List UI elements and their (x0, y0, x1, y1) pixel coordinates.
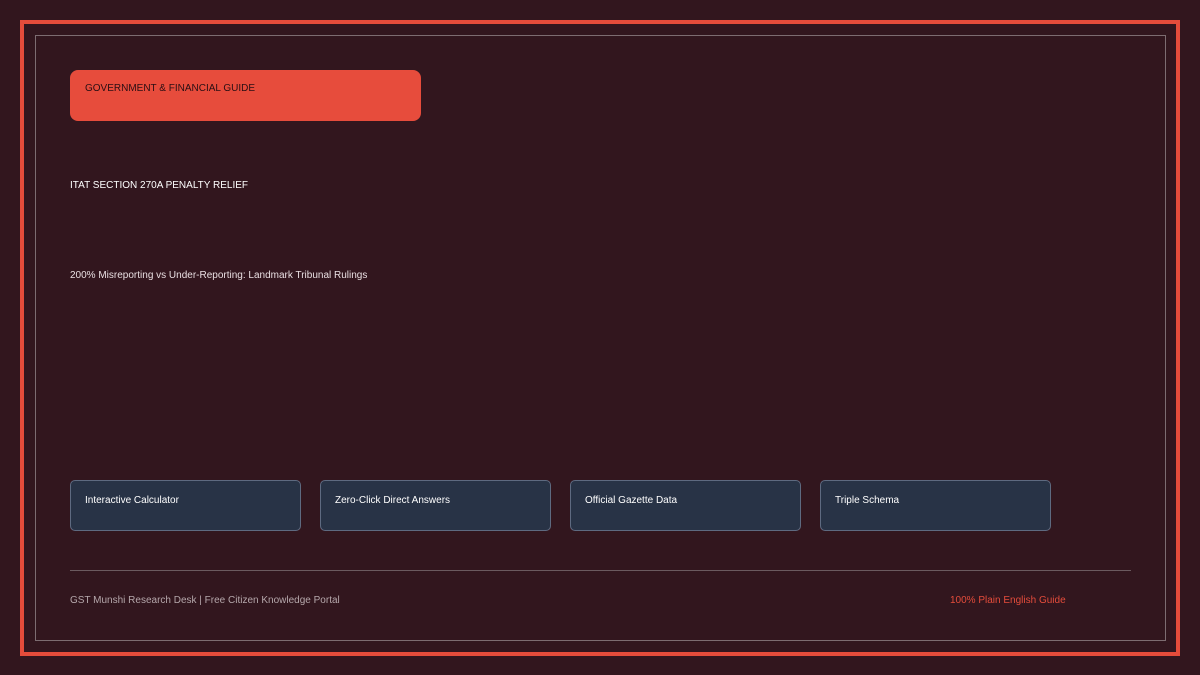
footer-divider (70, 570, 1131, 571)
inner-frame-border (35, 35, 1166, 641)
feature-card-label: Zero-Click Direct Answers (335, 495, 451, 506)
feature-card-triple-schema[interactable]: Triple Schema (820, 480, 1051, 531)
category-badge: GOVERNMENT & FINANCIAL GUIDE (70, 70, 421, 121)
category-badge-label: GOVERNMENT & FINANCIAL GUIDE (85, 83, 256, 94)
footer-credit: GST Munshi Research Desk | Free Citizen … (70, 595, 340, 606)
page-subtitle: 200% Misreporting vs Under-Reporting: La… (70, 270, 368, 281)
feature-card-label: Official Gazette Data (585, 495, 678, 506)
feature-card-label: Triple Schema (835, 495, 900, 506)
feature-card-zero-click-answers[interactable]: Zero-Click Direct Answers (320, 480, 551, 531)
feature-card-label: Interactive Calculator (85, 495, 179, 506)
feature-card-interactive-calculator[interactable]: Interactive Calculator (70, 480, 301, 531)
feature-card-official-gazette-data[interactable]: Official Gazette Data (570, 480, 801, 531)
section-title: ITAT SECTION 270A PENALTY RELIEF (70, 180, 249, 191)
footer-tagline: 100% Plain English Guide (950, 595, 1066, 606)
